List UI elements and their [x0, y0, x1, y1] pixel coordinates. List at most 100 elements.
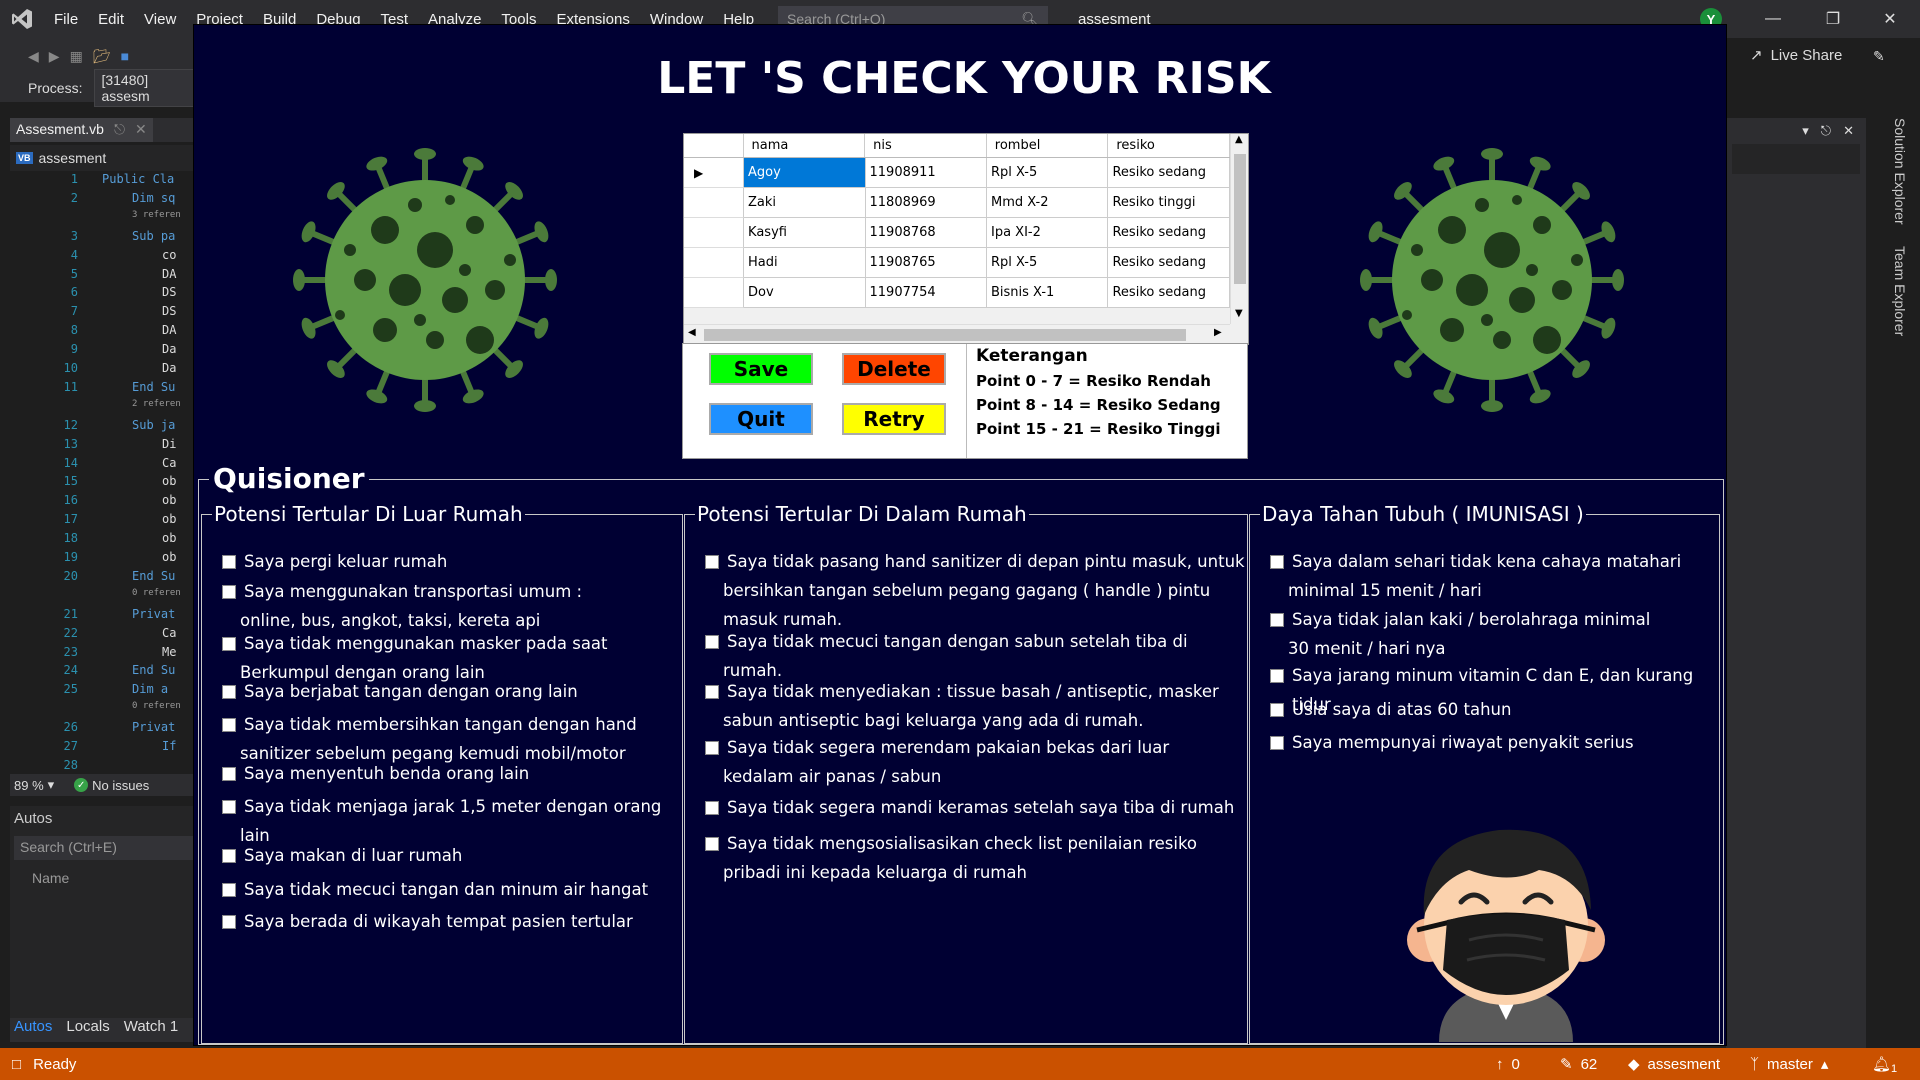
- scroll-thumb[interactable]: [1234, 154, 1246, 284]
- menu-item-file[interactable]: File: [44, 0, 88, 38]
- grid-cell-nama[interactable]: Zaki: [744, 188, 866, 218]
- question-checkbox[interactable]: [222, 637, 236, 651]
- question-checkbox[interactable]: [705, 635, 719, 649]
- save-icon[interactable]: ■: [121, 48, 129, 64]
- repo-indicator[interactable]: ◆ assesment: [1628, 1048, 1720, 1080]
- code-line[interactable]: 7 DS: [10, 304, 200, 322]
- code-line[interactable]: 25 Dim a: [10, 682, 200, 700]
- question-item[interactable]: Saya tidak mengsosialisasikan check list…: [705, 829, 1245, 887]
- grid-cell-rombel[interactable]: Rpl X-5: [987, 248, 1109, 278]
- scroll-thumb[interactable]: [704, 329, 1186, 341]
- scroll-right-icon[interactable]: ▶: [1214, 327, 1222, 338]
- question-item[interactable]: Saya tidak pasang hand sanitizer di depa…: [705, 547, 1245, 634]
- grid-row[interactable]: Hadi 11908765 Rpl X-5 Resiko sedang: [684, 248, 1230, 278]
- live-share-button[interactable]: ↗ Live Share: [1750, 46, 1842, 65]
- autos-search-input[interactable]: Search (Ctrl+E): [14, 836, 196, 860]
- row-header[interactable]: [684, 248, 745, 278]
- grid-column-header[interactable]: resiko: [1108, 134, 1230, 157]
- grid-row[interactable]: Zaki 11808969 Mmd X-2 Resiko tinggi: [684, 188, 1230, 218]
- code-line[interactable]: 26 Privat: [10, 720, 200, 738]
- question-checkbox[interactable]: [705, 555, 719, 569]
- grid-cell-resiko[interactable]: Resiko sedang: [1108, 278, 1230, 308]
- code-line[interactable]: 2 referen: [10, 399, 200, 417]
- code-line[interactable]: 27 If: [10, 739, 200, 757]
- feedback-icon[interactable]: ✎: [1873, 48, 1885, 65]
- navigation-bar[interactable]: VB assesment: [10, 145, 200, 171]
- question-item[interactable]: Saya tidak segera mandi keramas setelah …: [705, 793, 1245, 822]
- new-project-icon[interactable]: ▦: [70, 48, 83, 65]
- grid-cell-nama[interactable]: Agoy: [744, 158, 866, 188]
- question-item[interactable]: Saya makan di luar rumah: [222, 841, 692, 870]
- process-select[interactable]: [31480] assesm: [94, 69, 200, 107]
- question-checkbox[interactable]: [1270, 613, 1284, 627]
- question-checkbox[interactable]: [222, 915, 236, 929]
- question-item[interactable]: Saya menggunakan transportasi umum : onli…: [222, 577, 692, 635]
- question-item[interactable]: Saya menyentuh benda orang lain: [222, 759, 692, 788]
- zoom-select[interactable]: 89 %: [14, 778, 44, 793]
- code-line[interactable]: 2 Dim sq: [10, 191, 200, 209]
- code-line[interactable]: 0 referen: [10, 588, 200, 606]
- code-line[interactable]: 19 ob: [10, 550, 200, 568]
- question-checkbox[interactable]: [222, 800, 236, 814]
- grid-cell-nis[interactable]: 11908911: [865, 158, 987, 188]
- quit-button[interactable]: Quit: [709, 403, 813, 435]
- code-line[interactable]: 9 Da: [10, 342, 200, 360]
- zoom-dropdown-icon[interactable]: ▾: [48, 777, 55, 793]
- scroll-up-icon[interactable]: ▲: [1235, 134, 1243, 145]
- menu-item-view[interactable]: View: [134, 0, 186, 38]
- grid-cell-resiko[interactable]: Resiko sedang: [1108, 248, 1230, 278]
- code-line[interactable]: 22 Ca: [10, 626, 200, 644]
- document-tab[interactable]: Assesment.vb ⎋ ✕: [10, 118, 153, 142]
- code-line[interactable]: 21 Privat: [10, 607, 200, 625]
- question-item[interactable]: Saya tidak segera merendam pakaian bekas…: [705, 733, 1245, 791]
- grid-cell-nama[interactable]: Hadi: [744, 248, 866, 278]
- code-line[interactable]: 15 ob: [10, 474, 200, 492]
- code-line[interactable]: 11 End Su: [10, 380, 200, 398]
- question-item[interactable]: Saya berjabat tangan dengan orang lain: [222, 677, 692, 706]
- notification-indicator[interactable]: 🔔︎ 1: [1872, 1048, 1897, 1080]
- forward-icon[interactable]: ▶: [49, 48, 60, 65]
- question-item[interactable]: Saya dalam sehari tidak kena cahaya mata…: [1270, 547, 1728, 605]
- row-header[interactable]: ▶: [684, 158, 745, 188]
- question-item[interactable]: Saya berada di wikayah tempat pasien ter…: [222, 907, 692, 936]
- horizontal-scrollbar[interactable]: ◀ ▶: [684, 324, 1230, 344]
- code-line[interactable]: 1 Public Cla: [10, 172, 200, 190]
- save-button[interactable]: Save: [709, 353, 813, 385]
- question-checkbox[interactable]: [222, 585, 236, 599]
- code-line[interactable]: 17 ob: [10, 512, 200, 530]
- code-line[interactable]: 23 Me: [10, 645, 200, 663]
- branch-indicator[interactable]: ᛉ master ▴: [1750, 1048, 1828, 1080]
- restore-icon[interactable]: ❐: [1805, 0, 1861, 38]
- changes-indicator[interactable]: ✎ 62: [1560, 1048, 1597, 1080]
- row-header[interactable]: [684, 188, 745, 218]
- publish-indicator[interactable]: ↑ 0: [1496, 1048, 1520, 1080]
- question-checkbox[interactable]: [222, 767, 236, 781]
- question-checkbox[interactable]: [222, 685, 236, 699]
- question-checkbox[interactable]: [222, 555, 236, 569]
- question-checkbox[interactable]: [705, 741, 719, 755]
- grid-cell-rombel[interactable]: Mmd X-2: [987, 188, 1109, 218]
- code-editor[interactable]: 1 Public Cla 2 Dim sq 3 referen 3 Sub pa 4 co 5 DA…: [10, 172, 200, 772]
- code-line[interactable]: 8 DA: [10, 323, 200, 341]
- grid-column-header[interactable]: nis: [865, 134, 987, 157]
- question-checkbox[interactable]: [222, 883, 236, 897]
- grid-cell-nis[interactable]: 11908768: [865, 218, 987, 248]
- debug-tab-autos[interactable]: Autos: [14, 1018, 52, 1042]
- grid-row[interactable]: Dov 11907754 Bisnis X-1 Resiko sedang: [684, 278, 1230, 308]
- pin-icon[interactable]: ⎋: [114, 121, 125, 139]
- grid-cell-nis[interactable]: 11808969: [865, 188, 987, 218]
- question-checkbox[interactable]: [222, 849, 236, 863]
- code-line[interactable]: 6 DS: [10, 285, 200, 303]
- tab-close-icon[interactable]: ✕: [135, 121, 147, 139]
- question-checkbox[interactable]: [1270, 555, 1284, 569]
- question-item[interactable]: Saya mempunyai riwayat penyakit serius: [1270, 728, 1728, 757]
- dropdown-icon[interactable]: ▾: [1802, 123, 1809, 139]
- debug-tab-watch-1[interactable]: Watch 1: [124, 1018, 178, 1042]
- code-line[interactable]: 3 Sub pa: [10, 229, 200, 247]
- close-icon[interactable]: ✕: [1862, 0, 1918, 38]
- question-checkbox[interactable]: [1270, 736, 1284, 750]
- scroll-left-icon[interactable]: ◀: [688, 327, 696, 338]
- delete-button[interactable]: Delete: [842, 353, 946, 385]
- code-line[interactable]: 24 End Su: [10, 663, 200, 681]
- code-line[interactable]: 12 Sub ja: [10, 418, 200, 436]
